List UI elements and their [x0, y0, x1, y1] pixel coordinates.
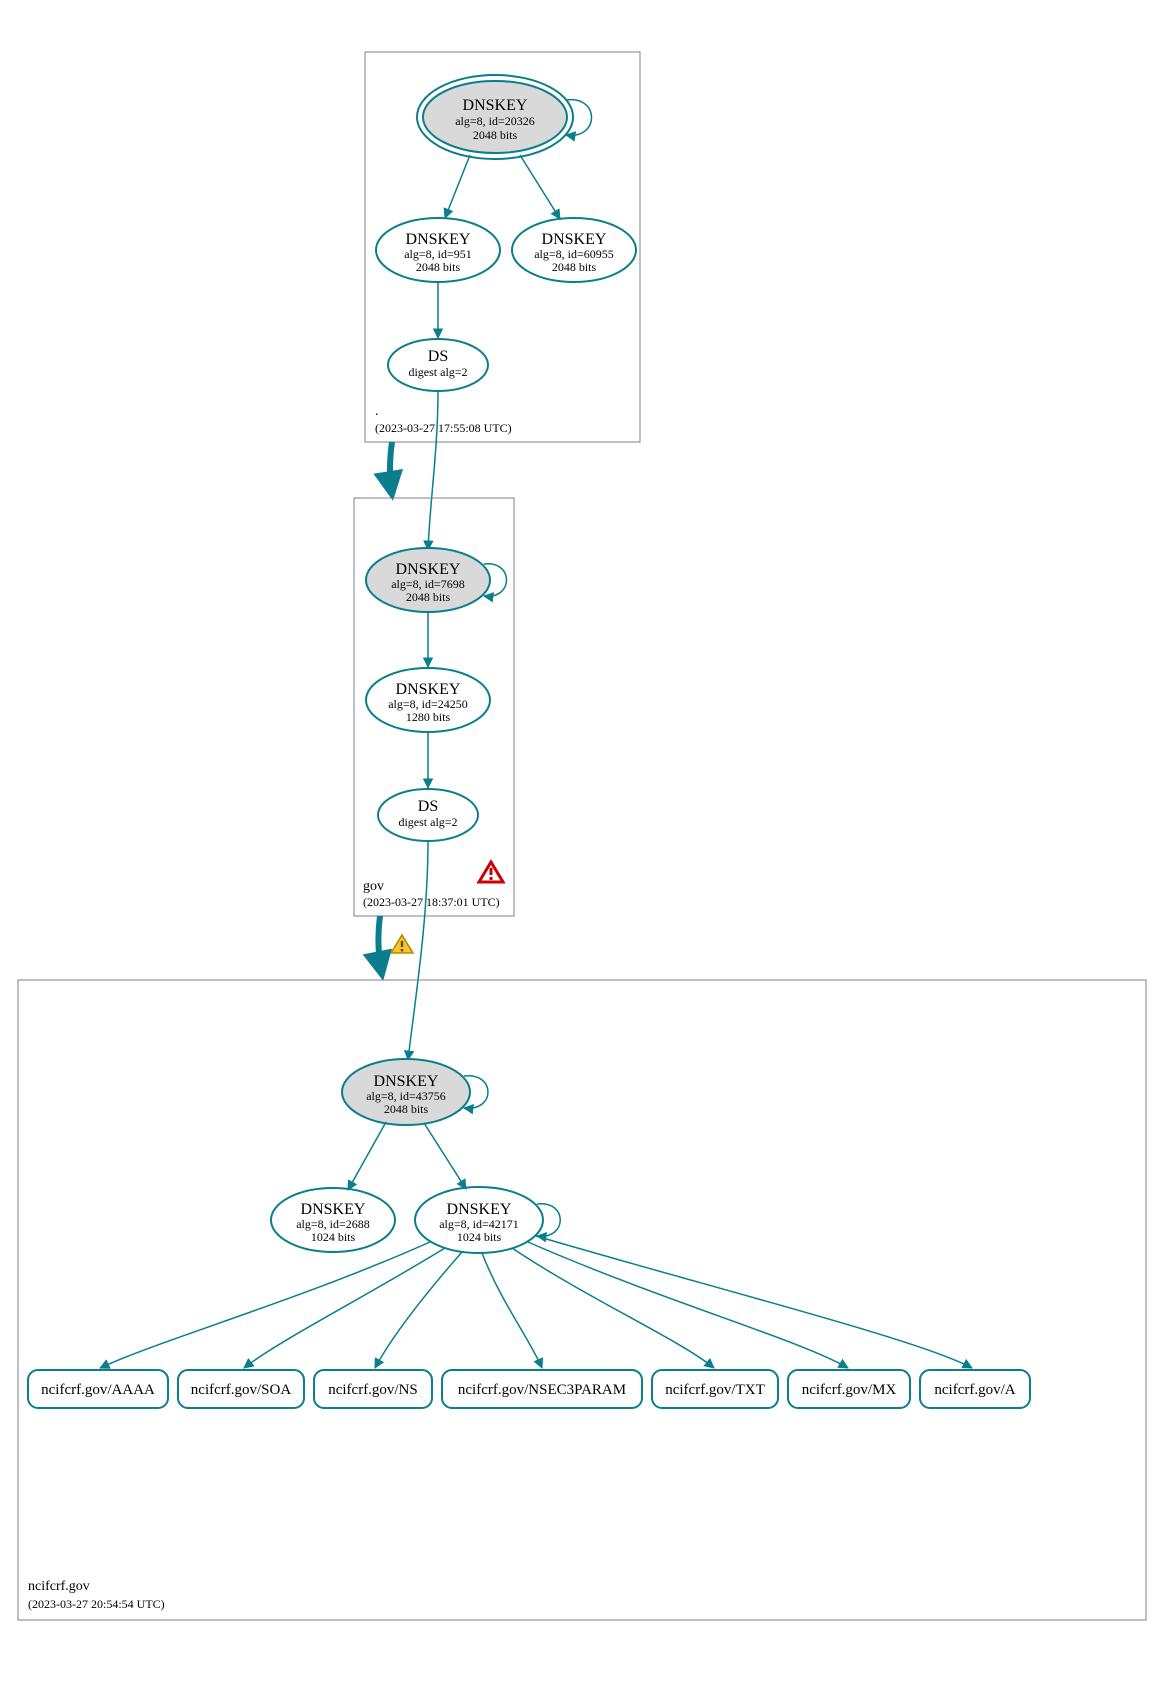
rrset-mx: ncifcrf.gov/MX	[788, 1370, 910, 1408]
zone-ncifcrf-timestamp: (2023-03-27 20:54:54 UTC)	[28, 1597, 165, 1611]
svg-text:alg=8, id=43756: alg=8, id=43756	[366, 1089, 446, 1103]
edge-ncifcrf-ksk-to-zsk2	[424, 1123, 466, 1189]
svg-text:2048 bits: 2048 bits	[406, 590, 451, 604]
svg-text:1280 bits: 1280 bits	[406, 710, 451, 724]
svg-text:alg=8, id=951: alg=8, id=951	[404, 247, 472, 261]
svg-text:ncifcrf.gov/A: ncifcrf.gov/A	[934, 1382, 1015, 1398]
ncifcrf-ksk-node: DNSKEY alg=8, id=43756 2048 bits	[342, 1059, 470, 1125]
rrset-soa: ncifcrf.gov/SOA	[178, 1370, 304, 1408]
ncifcrf-zsk2-node: DNSKEY alg=8, id=42171 1024 bits	[415, 1187, 543, 1253]
edge-zsk2-to-mx	[528, 1242, 848, 1368]
svg-text:digest alg=2: digest alg=2	[408, 365, 467, 379]
svg-text:DS: DS	[428, 348, 448, 365]
svg-text:ncifcrf.gov/AAAA: ncifcrf.gov/AAAA	[41, 1382, 155, 1398]
svg-text:DNSKEY: DNSKEY	[396, 681, 461, 698]
svg-text:DNSKEY: DNSKEY	[463, 97, 528, 114]
svg-text:alg=8, id=42171: alg=8, id=42171	[439, 1217, 519, 1231]
edge-gov-to-ncifcrf-box	[378, 916, 382, 975]
rrset-aaaa: ncifcrf.gov/AAAA	[28, 1370, 168, 1408]
dnssec-graph: . (2023-03-27 17:55:08 UTC) DNSKEY alg=8…	[0, 0, 1165, 1694]
svg-text:1024 bits: 1024 bits	[457, 1230, 502, 1244]
zone-root-name: .	[375, 404, 379, 419]
zone-gov-name: gov	[363, 879, 384, 894]
svg-text:2048 bits: 2048 bits	[416, 260, 461, 274]
warning-icon-gov	[479, 862, 503, 882]
svg-text:alg=8, id=2688: alg=8, id=2688	[296, 1217, 370, 1231]
svg-text:1024 bits: 1024 bits	[311, 1230, 356, 1244]
root-ds-node: DS digest alg=2	[388, 339, 488, 391]
svg-text:DS: DS	[418, 798, 438, 815]
svg-text:2048 bits: 2048 bits	[552, 260, 597, 274]
svg-text:alg=8, id=24250: alg=8, id=24250	[388, 697, 468, 711]
edge-zsk2-to-ns	[375, 1252, 462, 1368]
svg-text:DNSKEY: DNSKEY	[406, 231, 471, 248]
svg-text:DNSKEY: DNSKEY	[396, 561, 461, 578]
edge-root-ksk-to-zsk2	[520, 155, 560, 219]
svg-text:ncifcrf.gov/SOA: ncifcrf.gov/SOA	[191, 1382, 292, 1398]
edge-zsk2-to-txt	[512, 1248, 714, 1368]
rrset-nsec3param: ncifcrf.gov/NSEC3PARAM	[442, 1370, 642, 1408]
gov-ds-node: DS digest alg=2	[378, 789, 478, 841]
svg-text:2048 bits: 2048 bits	[384, 1102, 429, 1116]
svg-text:ncifcrf.gov/NSEC3PARAM: ncifcrf.gov/NSEC3PARAM	[458, 1382, 626, 1398]
edge-zsk2-to-nsec3param	[482, 1253, 542, 1368]
zone-root-timestamp: (2023-03-27 17:55:08 UTC)	[375, 421, 512, 435]
zone-ncifcrf-name: ncifcrf.gov	[28, 1579, 90, 1594]
svg-text:DNSKEY: DNSKEY	[542, 231, 607, 248]
svg-text:2048 bits: 2048 bits	[473, 128, 518, 142]
zone-gov-timestamp: (2023-03-27 18:37:01 UTC)	[363, 895, 500, 909]
root-ksk-node: DNSKEY alg=8, id=20326 2048 bits	[417, 75, 573, 159]
svg-text:alg=8, id=20326: alg=8, id=20326	[455, 114, 535, 128]
svg-text:alg=8, id=60955: alg=8, id=60955	[534, 247, 614, 261]
warning-icon-delegation	[391, 935, 413, 953]
svg-text:alg=8, id=7698: alg=8, id=7698	[391, 577, 465, 591]
ncifcrf-zsk1-node: DNSKEY alg=8, id=2688 1024 bits	[271, 1188, 395, 1252]
rrset-ns: ncifcrf.gov/NS	[314, 1370, 432, 1408]
edge-root-ds-to-gov-ksk	[428, 391, 438, 550]
svg-text:ncifcrf.gov/NS: ncifcrf.gov/NS	[328, 1382, 418, 1398]
svg-text:DNSKEY: DNSKEY	[301, 1201, 366, 1218]
root-zsk2-node: DNSKEY alg=8, id=60955 2048 bits	[512, 218, 636, 282]
svg-text:DNSKEY: DNSKEY	[447, 1201, 512, 1218]
edge-zsk2-to-aaaa	[100, 1242, 430, 1368]
edge-ncifcrf-ksk-to-zsk1	[348, 1122, 386, 1190]
gov-ksk-node: DNSKEY alg=8, id=7698 2048 bits	[366, 548, 490, 612]
rrset-txt: ncifcrf.gov/TXT	[652, 1370, 778, 1408]
svg-text:ncifcrf.gov/MX: ncifcrf.gov/MX	[802, 1382, 897, 1398]
svg-text:DNSKEY: DNSKEY	[374, 1073, 439, 1090]
root-zsk1-node: DNSKEY alg=8, id=951 2048 bits	[376, 218, 500, 282]
edge-root-ksk-to-zsk1	[445, 155, 470, 218]
edge-root-to-gov-box	[390, 442, 392, 495]
svg-text:digest alg=2: digest alg=2	[398, 815, 457, 829]
rrset-a: ncifcrf.gov/A	[920, 1370, 1030, 1408]
zone-ncifcrf-box	[18, 980, 1146, 1620]
gov-zsk-node: DNSKEY alg=8, id=24250 1280 bits	[366, 668, 490, 732]
svg-text:ncifcrf.gov/TXT: ncifcrf.gov/TXT	[665, 1382, 765, 1398]
